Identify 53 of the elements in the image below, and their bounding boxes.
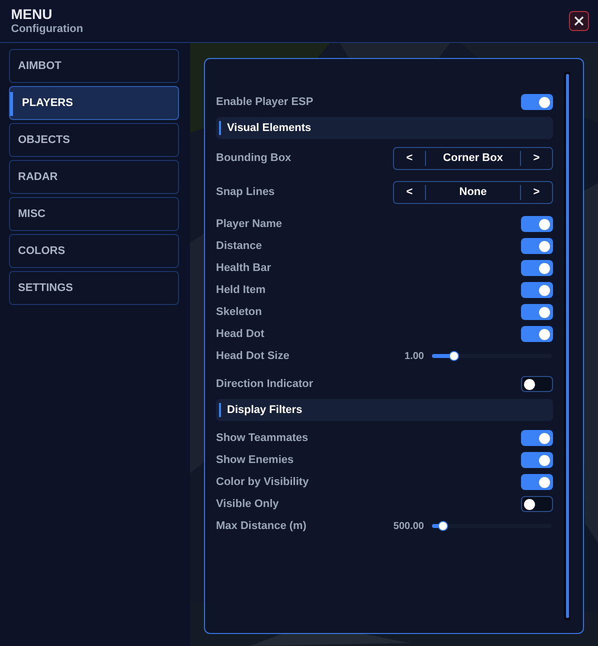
selected-option: Corner Box bbox=[426, 150, 520, 167]
setting-label: Health Bar bbox=[216, 260, 272, 276]
setting-label: Bounding Box bbox=[216, 151, 292, 166]
setting-label: Distance bbox=[216, 238, 262, 254]
window-subtitle: Configuration bbox=[11, 22, 84, 36]
toggle-switch[interactable] bbox=[521, 474, 553, 490]
scrollbar-thumb[interactable] bbox=[566, 74, 568, 618]
toggle-switch[interactable] bbox=[521, 260, 553, 276]
next-button[interactable]: > bbox=[520, 151, 552, 166]
toggle-switch[interactable] bbox=[521, 326, 553, 342]
sidebar-tab[interactable]: RADAR bbox=[9, 160, 179, 194]
previous-button[interactable]: < bbox=[394, 151, 426, 166]
sidebar-tab[interactable]: COLORS bbox=[9, 234, 179, 268]
setting-label: Visible Only bbox=[216, 496, 279, 512]
toggle-switch[interactable] bbox=[521, 238, 553, 254]
sidebar-tab[interactable]: MISC bbox=[9, 197, 179, 231]
setting-label: Player Name bbox=[216, 216, 282, 232]
sidebar-tab[interactable]: SETTINGS bbox=[9, 271, 179, 305]
scrollbar[interactable] bbox=[564, 72, 570, 620]
toggle-switch[interactable] bbox=[521, 452, 553, 468]
slider-value: 1.00 bbox=[404, 350, 424, 364]
slider-value: 500.00 bbox=[392, 520, 424, 534]
setting-label: Show Enemies bbox=[216, 452, 294, 468]
setting-label: Head Dot bbox=[216, 326, 264, 342]
section-title: Display Filters bbox=[227, 402, 302, 418]
sidebar-tab[interactable]: AIMBOT bbox=[9, 49, 179, 83]
setting-label: Snap Lines bbox=[216, 185, 275, 200]
setting-label: Enable Player ESP bbox=[216, 94, 314, 110]
sidebar-tab[interactable]: PLAYERS bbox=[9, 86, 179, 120]
toggle-switch[interactable] bbox=[521, 94, 553, 110]
slider-thumb[interactable] bbox=[438, 521, 448, 531]
close-button[interactable] bbox=[569, 11, 589, 31]
selected-option: None bbox=[426, 184, 520, 201]
toggle-switch[interactable] bbox=[521, 282, 553, 298]
next-button[interactable]: > bbox=[520, 185, 552, 200]
setting-label: Direction Indicator bbox=[216, 376, 314, 392]
slider-thumb[interactable] bbox=[448, 351, 459, 361]
setting-label: Skeleton bbox=[216, 304, 262, 320]
close-icon bbox=[574, 16, 584, 26]
setting-label: Head Dot Size bbox=[216, 348, 290, 364]
setting-label: Held Item bbox=[216, 282, 266, 298]
toggle-switch[interactable] bbox=[521, 496, 553, 512]
toggle-switch[interactable] bbox=[521, 376, 553, 392]
section-title: Visual Elements bbox=[227, 120, 312, 136]
setting-label: Max Distance (m) bbox=[216, 518, 308, 534]
toggle-switch[interactable] bbox=[521, 216, 553, 232]
toggle-switch[interactable] bbox=[521, 430, 553, 446]
sidebar-tab[interactable]: OBJECTS bbox=[9, 123, 179, 157]
window-title: MENU bbox=[11, 6, 52, 22]
previous-button[interactable]: < bbox=[394, 185, 426, 200]
setting-label: Color by Visibility bbox=[216, 474, 309, 490]
toggle-switch[interactable] bbox=[521, 304, 553, 320]
setting-label: Show Teammates bbox=[216, 430, 308, 446]
